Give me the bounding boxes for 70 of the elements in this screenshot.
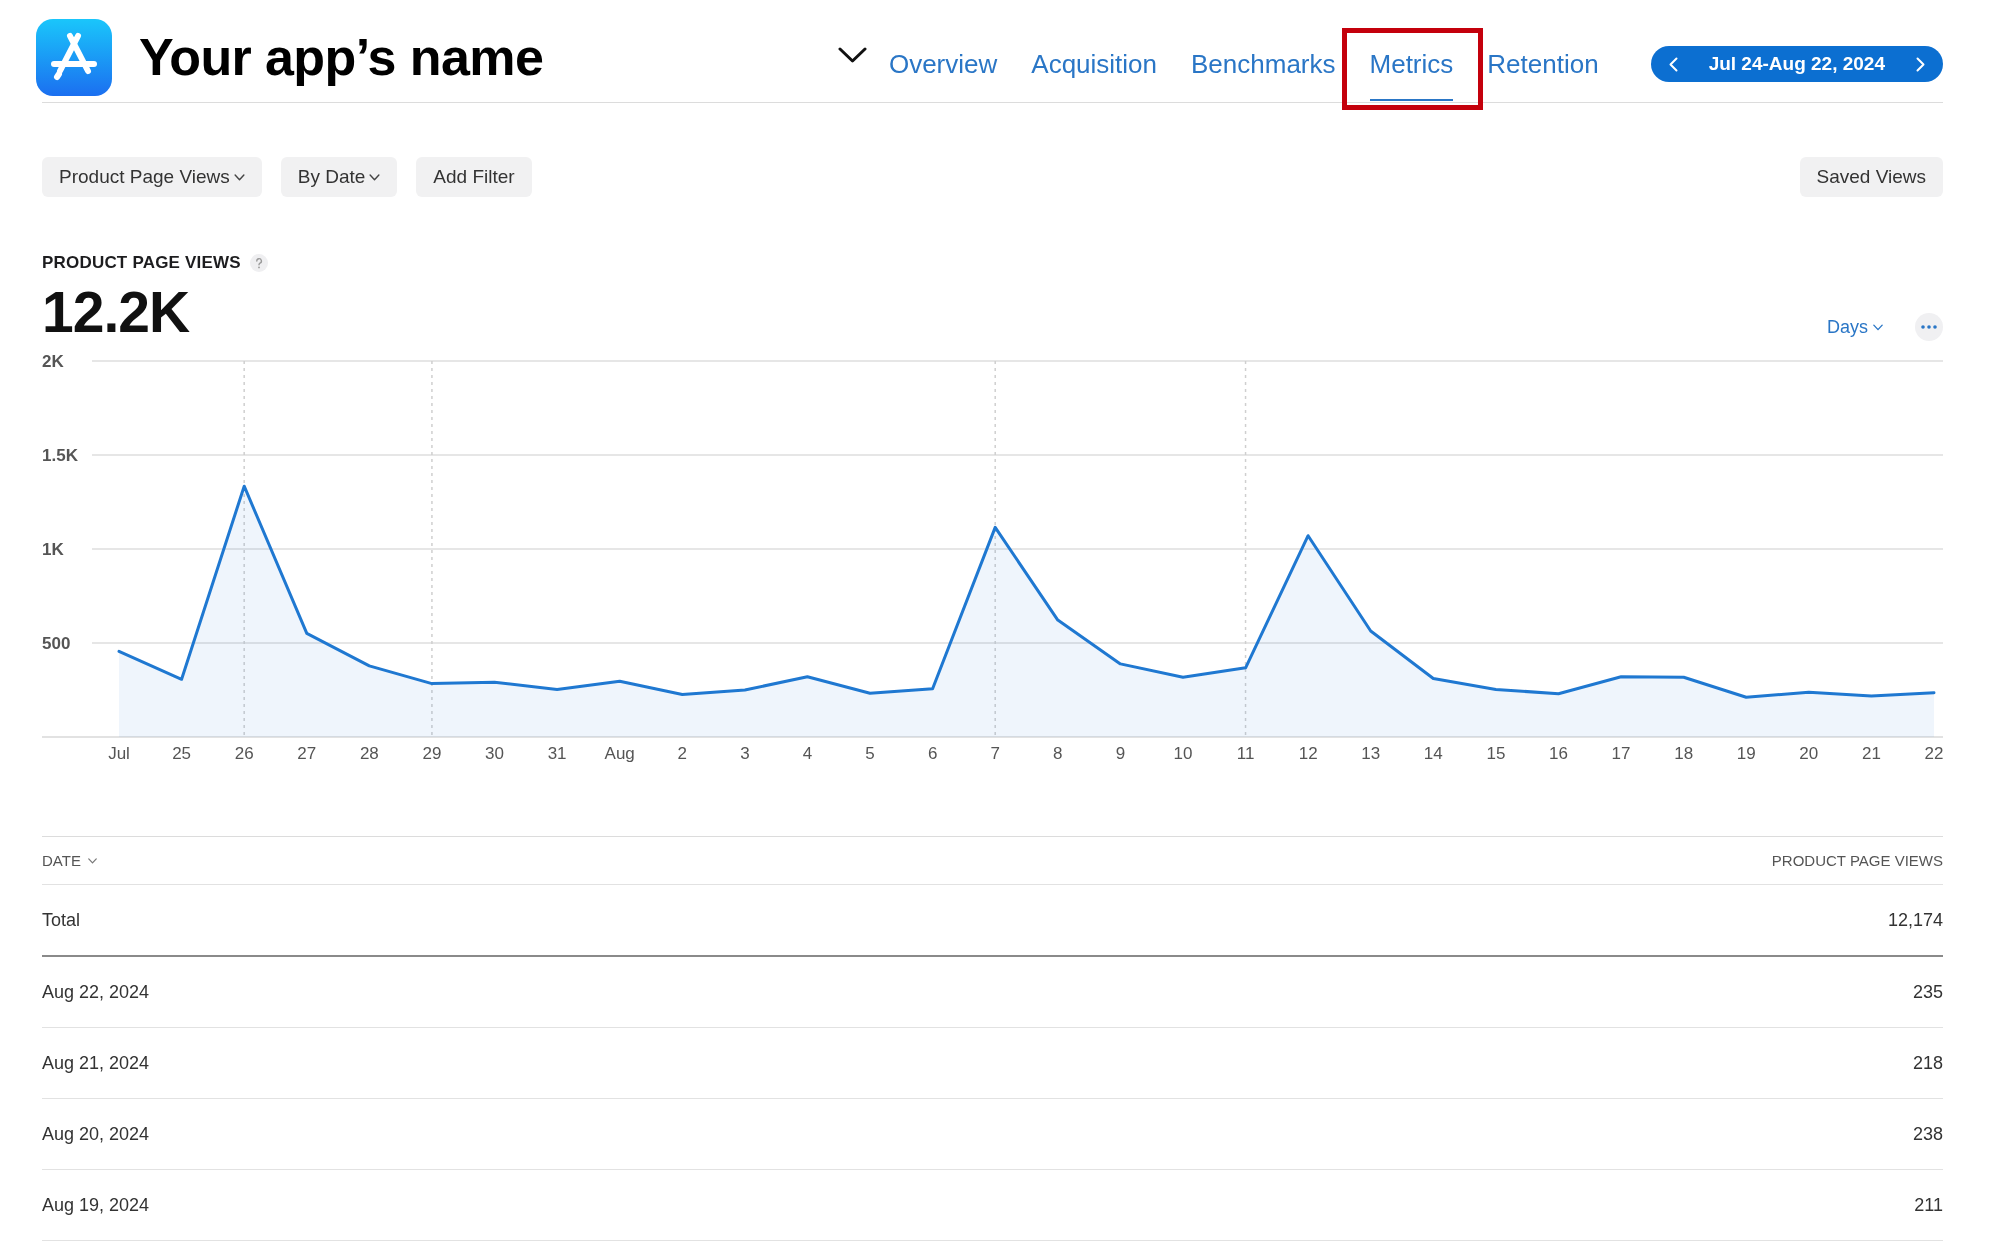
table-cell: 218 xyxy=(1912,1052,1943,1074)
nav-tab[interactable]: Metrics xyxy=(1369,39,1454,101)
x-axis-label: 25 xyxy=(172,744,192,763)
filter-dropdown[interactable]: Product Page Views xyxy=(42,157,262,197)
x-axis-label: 12 xyxy=(1298,744,1318,763)
x-axis-label: Jul xyxy=(108,744,130,763)
x-axis-label: 27 xyxy=(297,744,317,763)
x-axis-label: 8 xyxy=(1053,744,1063,763)
x-axis-label: 7 xyxy=(990,744,1000,763)
table-cell: 12,174 xyxy=(1887,909,1943,931)
chevron-down-icon xyxy=(837,47,867,63)
column-header[interactable]: PRODUCT PAGE VIEWS xyxy=(1771,852,1943,869)
nav-tab[interactable]: Retention xyxy=(1487,39,1599,101)
more-button[interactable] xyxy=(1915,313,1943,341)
y-axis-label: 500 xyxy=(42,633,71,653)
x-axis-label: 15 xyxy=(1486,744,1506,763)
x-axis-label: 29 xyxy=(422,744,442,763)
x-axis-label: 30 xyxy=(485,744,504,763)
chevron-left-icon xyxy=(1669,56,1679,72)
x-axis-label: 6 xyxy=(927,744,938,763)
table-cell: Aug 19, 2024 xyxy=(42,1194,150,1216)
x-axis-label: 11 xyxy=(1236,744,1255,763)
saved-views-button[interactable]: Saved Views xyxy=(1799,157,1943,197)
x-axis-label: 10 xyxy=(1173,744,1193,763)
filter-dropdown[interactable]: By Date xyxy=(280,157,398,197)
table-cell: 235 xyxy=(1912,981,1943,1003)
chevron-right-icon xyxy=(1915,56,1925,72)
x-axis-label: 3 xyxy=(740,744,750,763)
x-axis-label: 17 xyxy=(1611,744,1631,763)
chevron-down-icon xyxy=(233,173,245,181)
x-axis-label: 31 xyxy=(547,744,567,763)
x-axis-label: 13 xyxy=(1361,744,1381,763)
chevron-down-icon xyxy=(1873,323,1883,331)
x-axis-label: 16 xyxy=(1549,744,1568,763)
app-menu-button[interactable] xyxy=(837,47,867,63)
y-axis-label: 2K xyxy=(42,351,64,371)
table-cell: 211 xyxy=(1914,1194,1943,1216)
chevron-down-icon xyxy=(369,173,381,181)
add-filter-button[interactable]: Add Filter xyxy=(416,157,532,197)
date-range-button[interactable]: Jul 24-Aug 22, 2024 xyxy=(1680,52,1913,76)
interval-dropdown[interactable]: Days xyxy=(1827,316,1883,338)
x-axis-label: 2 xyxy=(677,744,687,763)
nav-tab[interactable]: Overview xyxy=(888,39,998,101)
metric-value: 12.2K xyxy=(42,284,191,341)
app-icon xyxy=(36,19,112,96)
x-axis-label: 28 xyxy=(359,744,379,763)
x-axis-label: 18 xyxy=(1674,744,1694,763)
x-axis-label: 9 xyxy=(1115,744,1126,763)
metric-title: PRODUCT PAGE VIEWS xyxy=(42,253,241,273)
more-icon xyxy=(1921,325,1937,329)
x-axis-label: 4 xyxy=(802,744,813,763)
x-axis-label: 21 xyxy=(1861,744,1881,763)
y-axis-label: 1K xyxy=(42,539,64,559)
x-axis-label: 20 xyxy=(1799,744,1819,763)
x-axis-label: 14 xyxy=(1423,744,1443,763)
column-header[interactable]: DATE xyxy=(42,852,97,869)
app-title: Your app’s name xyxy=(139,27,544,87)
table-cell: Aug 21, 2024 xyxy=(42,1052,150,1074)
x-axis-label: 22 xyxy=(1924,744,1944,763)
table-cell: 238 xyxy=(1912,1123,1943,1145)
y-axis-label: 1.5K xyxy=(42,445,78,465)
table-cell: Total xyxy=(42,909,81,931)
x-axis-label: 5 xyxy=(865,744,875,763)
table-cell: Aug 22, 2024 xyxy=(42,981,150,1003)
nav-tab[interactable]: Benchmarks xyxy=(1191,39,1336,101)
table-cell: Aug 20, 2024 xyxy=(42,1123,150,1145)
x-axis-label: 19 xyxy=(1736,744,1756,763)
x-axis-label: 26 xyxy=(234,744,254,763)
x-axis-label: Aug xyxy=(604,744,635,763)
nav-tab[interactable]: Acquisition xyxy=(1031,39,1158,101)
